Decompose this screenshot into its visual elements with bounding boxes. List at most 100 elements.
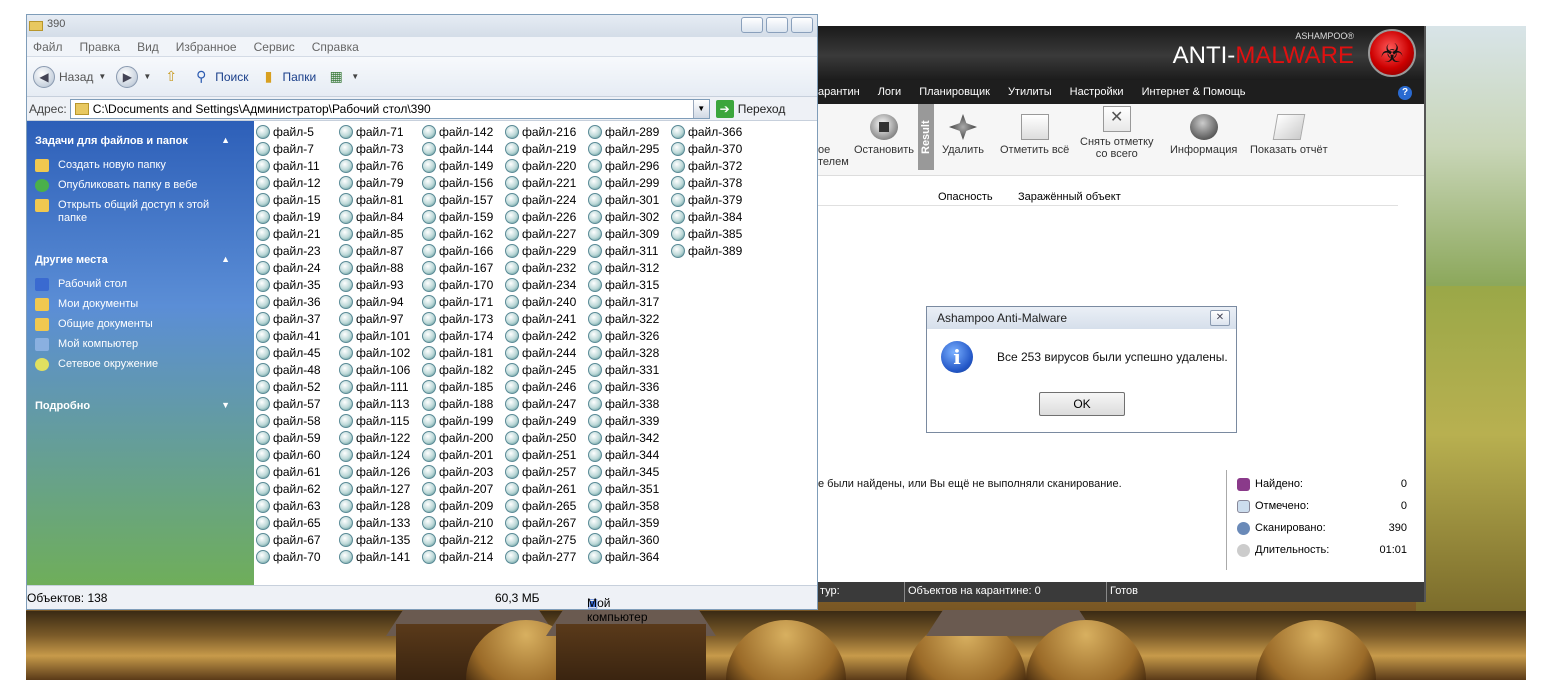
file-item[interactable]: файл-247	[505, 395, 587, 412]
file-item[interactable]: файл-106	[339, 361, 421, 378]
file-item[interactable]: файл-219	[505, 140, 587, 157]
menu-scheduler[interactable]: Планировщик	[919, 86, 990, 98]
file-item[interactable]: файл-67	[256, 531, 338, 548]
file-item[interactable]: файл-166	[422, 242, 504, 259]
file-item[interactable]: файл-21	[256, 225, 338, 242]
file-item[interactable]: файл-311	[588, 242, 670, 259]
file-item[interactable]: файл-133	[339, 514, 421, 531]
file-item[interactable]: файл-336	[588, 378, 670, 395]
file-item[interactable]: файл-36	[256, 293, 338, 310]
file-item[interactable]: файл-345	[588, 463, 670, 480]
file-item[interactable]: файл-229	[505, 242, 587, 259]
help-icon[interactable]: ?	[1398, 86, 1412, 100]
file-item[interactable]: файл-358	[588, 497, 670, 514]
file-item[interactable]: файл-174	[422, 327, 504, 344]
file-item[interactable]: файл-84	[339, 208, 421, 225]
file-item[interactable]: файл-24	[256, 259, 338, 276]
file-item[interactable]: файл-111	[339, 378, 421, 395]
file-item[interactable]: файл-315	[588, 276, 670, 293]
file-item[interactable]: файл-220	[505, 157, 587, 174]
file-item[interactable]: файл-249	[505, 412, 587, 429]
file-item[interactable]: файл-62	[256, 480, 338, 497]
chevron-up-icon[interactable]: ▲	[221, 135, 230, 147]
file-item[interactable]: файл-167	[422, 259, 504, 276]
file-item[interactable]: файл-81	[339, 191, 421, 208]
file-item[interactable]: файл-232	[505, 259, 587, 276]
file-item[interactable]: файл-322	[588, 310, 670, 327]
column-infected-object[interactable]: Заражённый объект	[1018, 191, 1121, 203]
task-publish-web[interactable]: Опубликовать папку в вебе	[35, 179, 246, 192]
menu-favorites[interactable]: Избранное	[176, 40, 237, 54]
file-item[interactable]: файл-199	[422, 412, 504, 429]
file-item[interactable]: файл-73	[339, 140, 421, 157]
file-item[interactable]: файл-12	[256, 174, 338, 191]
file-item[interactable]: файл-366	[671, 123, 753, 140]
file-item[interactable]: файл-156	[422, 174, 504, 191]
file-item[interactable]: файл-295	[588, 140, 670, 157]
file-item[interactable]: файл-331	[588, 361, 670, 378]
file-item[interactable]: файл-159	[422, 208, 504, 225]
file-item[interactable]: файл-351	[588, 480, 670, 497]
menu-tools[interactable]: Сервис	[254, 40, 295, 54]
file-item[interactable]: файл-200	[422, 429, 504, 446]
file-item[interactable]: файл-37	[256, 310, 338, 327]
file-item[interactable]: файл-19	[256, 208, 338, 225]
file-item[interactable]: файл-339	[588, 412, 670, 429]
file-item[interactable]: файл-201	[422, 446, 504, 463]
file-item[interactable]: файл-221	[505, 174, 587, 191]
file-item[interactable]: файл-94	[339, 293, 421, 310]
file-item[interactable]: файл-275	[505, 531, 587, 548]
file-item[interactable]: файл-85	[339, 225, 421, 242]
details-header[interactable]: Подробно ▼	[35, 400, 246, 412]
file-item[interactable]: файл-142	[422, 123, 504, 140]
file-item[interactable]: файл-76	[339, 157, 421, 174]
file-item[interactable]: файл-149	[422, 157, 504, 174]
file-item[interactable]: файл-257	[505, 463, 587, 480]
file-item[interactable]: файл-113	[339, 395, 421, 412]
menu-utilities[interactable]: Утилиты	[1008, 86, 1052, 98]
file-item[interactable]: файл-182	[422, 361, 504, 378]
folders-button[interactable]: ▮ Папки	[259, 68, 317, 86]
file-item[interactable]: файл-185	[422, 378, 504, 395]
dialog-close-button[interactable]: ✕	[1210, 310, 1230, 326]
place-desktop[interactable]: Рабочий стол	[35, 278, 246, 291]
result-tab[interactable]: Result	[918, 104, 934, 170]
file-item[interactable]: файл-251	[505, 446, 587, 463]
file-item[interactable]: файл-48	[256, 361, 338, 378]
file-item[interactable]: файл-234	[505, 276, 587, 293]
file-item[interactable]: файл-328	[588, 344, 670, 361]
file-item[interactable]: файл-241	[505, 310, 587, 327]
file-item[interactable]: файл-88	[339, 259, 421, 276]
file-item[interactable]: файл-359	[588, 514, 670, 531]
file-item[interactable]: файл-15	[256, 191, 338, 208]
menu-quarantine[interactable]: арантин	[818, 86, 860, 98]
place-shared-documents[interactable]: Общие документы	[35, 318, 246, 331]
file-item[interactable]: файл-326	[588, 327, 670, 344]
views-button[interactable]: ▦ ▼	[326, 68, 360, 86]
file-item[interactable]: файл-277	[505, 548, 587, 565]
other-places-header[interactable]: Другие места ▲	[35, 254, 246, 266]
minimize-button[interactable]	[741, 17, 763, 33]
file-item[interactable]: файл-128	[339, 497, 421, 514]
file-item[interactable]: файл-317	[588, 293, 670, 310]
file-item[interactable]: файл-378	[671, 174, 753, 191]
file-item[interactable]: файл-60	[256, 446, 338, 463]
file-item[interactable]: файл-240	[505, 293, 587, 310]
address-input[interactable]: C:\Documents and Settings\Администратор\…	[69, 98, 710, 119]
file-item[interactable]: файл-57	[256, 395, 338, 412]
file-item[interactable]: файл-87	[339, 242, 421, 259]
file-item[interactable]: файл-41	[256, 327, 338, 344]
file-item[interactable]: файл-224	[505, 191, 587, 208]
task-share-folder[interactable]: Открыть общий доступ к этой папке	[35, 199, 246, 225]
delete-button[interactable]: Удалить	[942, 114, 984, 156]
file-item[interactable]: файл-207	[422, 480, 504, 497]
chevron-down-icon[interactable]: ▼	[351, 72, 359, 81]
file-tasks-header[interactable]: Задачи для файлов и папок ▲	[35, 135, 246, 147]
column-danger[interactable]: Опасность	[938, 191, 993, 203]
file-item[interactable]: файл-379	[671, 191, 753, 208]
file-item[interactable]: файл-135	[339, 531, 421, 548]
chevron-down-icon[interactable]: ▼	[692, 99, 709, 118]
file-item[interactable]: файл-226	[505, 208, 587, 225]
chevron-down-icon[interactable]: ▼	[98, 72, 106, 81]
file-item[interactable]: файл-141	[339, 548, 421, 565]
